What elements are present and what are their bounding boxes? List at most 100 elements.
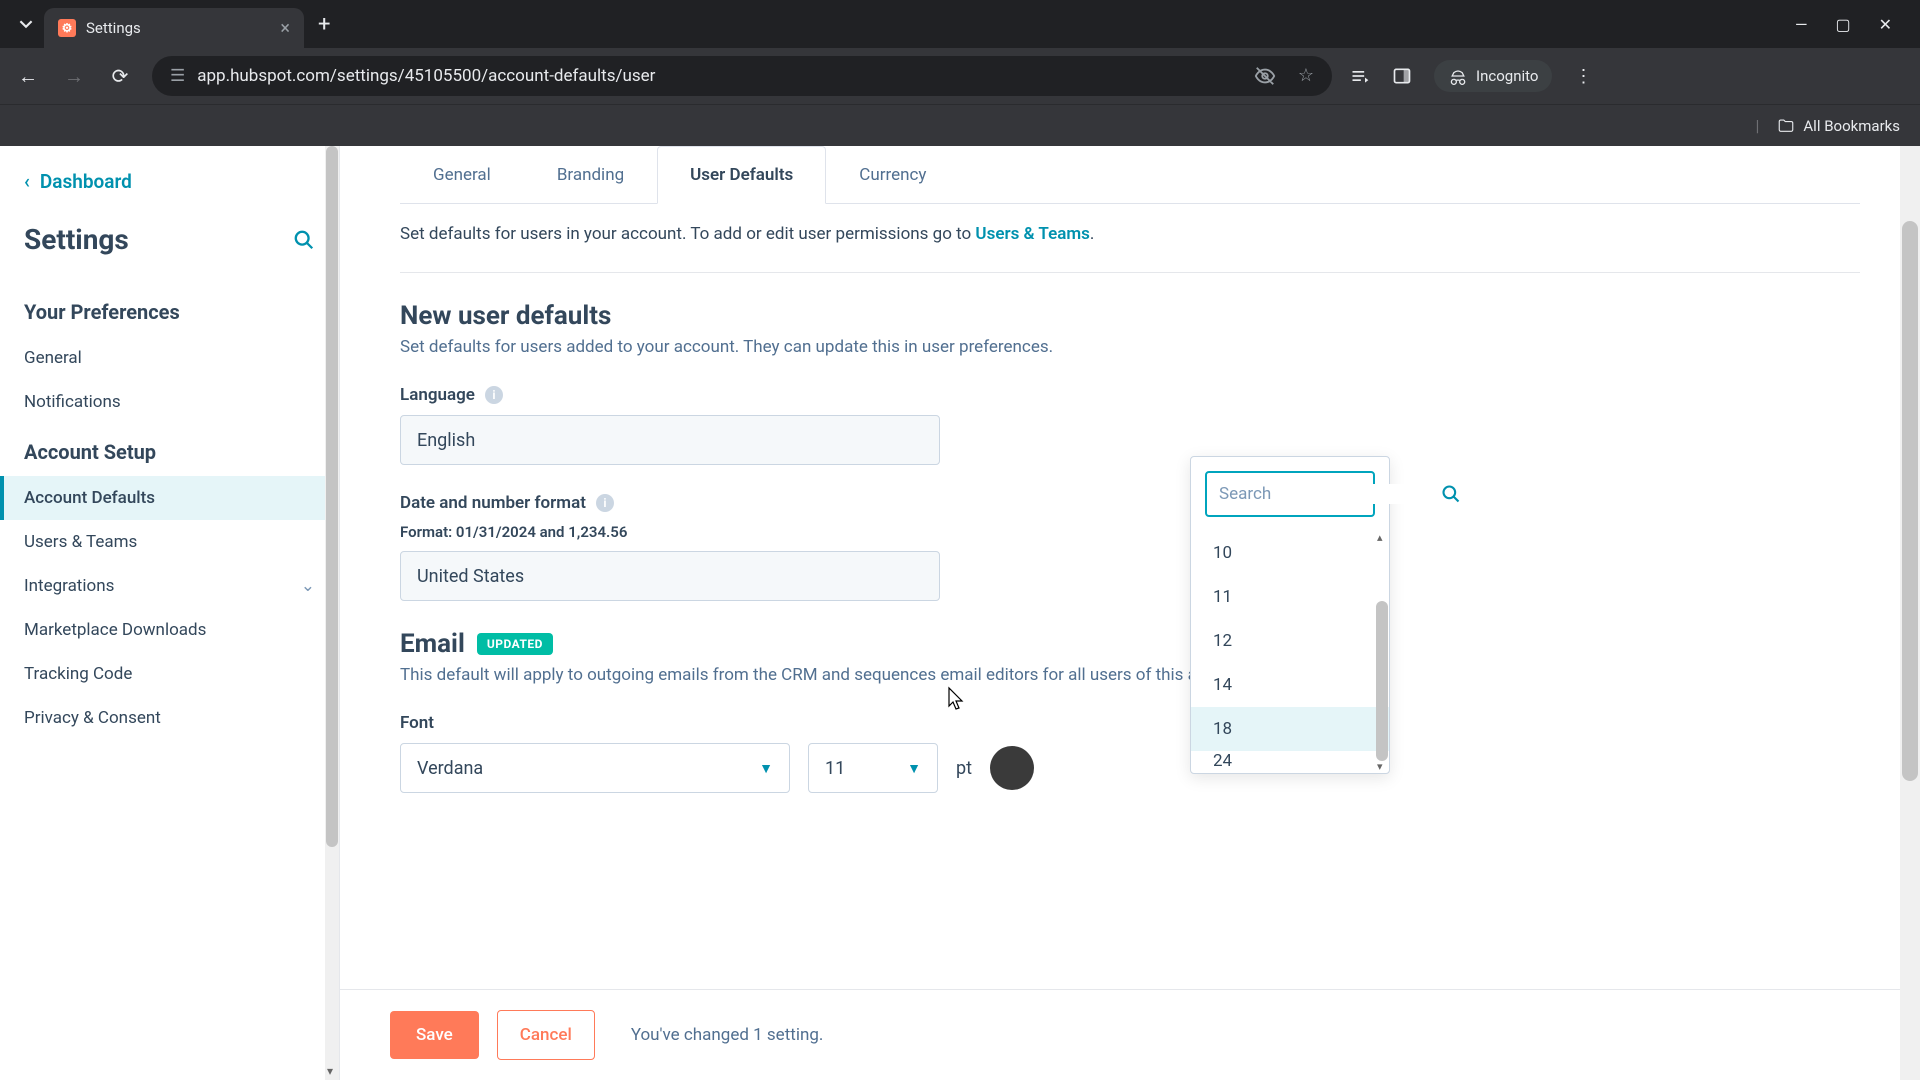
chevron-down-icon (19, 17, 33, 31)
back-to-dashboard[interactable]: ‹ Dashboard (0, 170, 339, 213)
incognito-icon (1448, 66, 1468, 86)
minimize-button[interactable]: — (1795, 15, 1808, 34)
bookmark-star-icon[interactable]: ☆ (1298, 65, 1314, 87)
chevron-left-icon: ‹ (24, 170, 30, 193)
sidebar-item-label: General (24, 348, 82, 368)
language-select[interactable]: English (400, 415, 940, 465)
dashboard-label: Dashboard (40, 170, 132, 193)
size-value: 11 (825, 758, 845, 779)
intro-after: . (1090, 224, 1094, 244)
dropdown-scrollbar[interactable]: ▴ ▾ (1375, 531, 1389, 773)
forward-button[interactable]: → (60, 64, 88, 89)
scroll-down-icon[interactable]: ▾ (327, 1064, 333, 1078)
sidebar-item-privacy[interactable]: Privacy & Consent (0, 696, 339, 740)
maximize-button[interactable]: ▢ (1835, 15, 1850, 34)
main-scrollbar[interactable] (1900, 146, 1920, 1080)
search-icon[interactable] (293, 229, 315, 251)
font-size-dropdown: 10 11 12 14 18 24 ▴ ▾ (1190, 456, 1390, 774)
url-text: app.hubspot.com/settings/45105500/accoun… (197, 66, 655, 86)
tab-general[interactable]: General (400, 146, 524, 203)
incognito-label: Incognito (1476, 67, 1538, 85)
settings-title: Settings (24, 223, 129, 256)
media-control-icon[interactable] (1350, 66, 1370, 86)
scroll-up-icon[interactable]: ▴ (1377, 531, 1383, 544)
dropdown-option[interactable]: 24 (1191, 751, 1389, 769)
incognito-badge[interactable]: Incognito (1434, 60, 1552, 92)
scroll-down-icon[interactable]: ▾ (1377, 760, 1383, 773)
browser-tab[interactable]: ⚙ Settings × (44, 8, 304, 48)
sidebar-item-integrations[interactable]: Integrations ⌄ (0, 564, 339, 608)
tab-user-defaults[interactable]: User Defaults (657, 146, 826, 204)
date-format-select[interactable]: United States (400, 551, 940, 601)
settings-tabs: General Branding User Defaults Currency (400, 146, 1860, 204)
tab-currency[interactable]: Currency (826, 146, 959, 203)
users-teams-link[interactable]: Users & Teams (975, 224, 1089, 244)
font-value: Verdana (417, 758, 483, 779)
caret-down-icon: ▼ (759, 760, 773, 777)
tab-list-dropdown[interactable] (8, 6, 44, 42)
tab-branding[interactable]: Branding (524, 146, 657, 203)
save-bar: Save Cancel You've changed 1 setting. (340, 989, 1920, 1080)
sidebar-item-label: Notifications (24, 392, 121, 412)
search-input[interactable] (1219, 484, 1441, 504)
info-icon[interactable]: i (596, 494, 614, 512)
address-bar[interactable]: ☰ app.hubspot.com/settings/45105500/acco… (152, 56, 1332, 96)
email-desc: This default will apply to outgoing emai… (400, 665, 1860, 685)
dropdown-option[interactable]: 10 (1191, 531, 1389, 575)
site-info-icon[interactable]: ☰ (170, 66, 185, 86)
close-tab-icon[interactable]: × (280, 18, 290, 39)
main-content: General Branding User Defaults Currency … (340, 146, 1920, 989)
sidebar: ‹ Dashboard Settings Your Preferences Ge… (0, 146, 340, 1080)
language-label: Language i (400, 385, 1860, 405)
hubspot-favicon: ⚙ (58, 19, 76, 37)
dropdown-search[interactable] (1205, 471, 1375, 517)
cancel-button[interactable]: Cancel (497, 1010, 595, 1060)
format-hint: Format: 01/31/2024 and 1,234.56 (400, 523, 1860, 541)
intro-text: Set defaults for users in your account. … (400, 204, 1860, 264)
sidebar-item-users-teams[interactable]: Users & Teams (0, 520, 339, 564)
date-label-text: Date and number format (400, 493, 586, 513)
dropdown-option[interactable]: 11 (1191, 575, 1389, 619)
sidebar-item-label: Privacy & Consent (24, 708, 161, 728)
close-window-button[interactable]: ✕ (1879, 15, 1892, 34)
preferences-heading: Your Preferences (0, 284, 339, 336)
app-content: ‹ Dashboard Settings Your Preferences Ge… (0, 146, 1920, 1080)
all-bookmarks-label: All Bookmarks (1803, 117, 1900, 135)
sidebar-item-tracking-code[interactable]: Tracking Code (0, 652, 339, 696)
language-value: English (417, 430, 475, 451)
side-panel-icon[interactable] (1392, 66, 1412, 86)
font-size-select[interactable]: 11 ▼ (808, 743, 938, 793)
caret-down-icon: ▼ (907, 760, 921, 777)
back-button[interactable]: ← (14, 64, 42, 89)
font-color-swatch[interactable] (990, 746, 1034, 790)
font-row: Verdana ▼ 11 ▼ pt (400, 743, 1860, 793)
scrollbar-thumb[interactable] (1902, 221, 1918, 781)
sidebar-item-account-defaults[interactable]: Account Defaults (0, 476, 339, 520)
dropdown-option[interactable]: 12 (1191, 619, 1389, 663)
account-setup-heading: Account Setup (0, 424, 339, 476)
all-bookmarks-button[interactable]: All Bookmarks (1777, 117, 1900, 135)
browser-menu-icon[interactable]: ⋮ (1574, 66, 1592, 87)
reload-button[interactable]: ⟳ (106, 64, 134, 88)
font-family-select[interactable]: Verdana ▼ (400, 743, 790, 793)
scrollbar-thumb[interactable] (326, 146, 338, 847)
intro-before: Set defaults for users in your account. … (400, 224, 975, 244)
sidebar-item-notifications[interactable]: Notifications (0, 380, 339, 424)
scrollbar-thumb[interactable] (1376, 601, 1388, 761)
sidebar-item-general[interactable]: General (0, 336, 339, 380)
info-icon[interactable]: i (485, 386, 503, 404)
folder-icon (1777, 117, 1795, 135)
sidebar-item-label: Marketplace Downloads (24, 620, 206, 640)
dropdown-option[interactable]: 18 (1191, 707, 1389, 751)
new-tab-button[interactable]: + (318, 12, 330, 37)
main-area: General Branding User Defaults Currency … (340, 146, 1920, 1080)
eye-off-icon[interactable] (1254, 65, 1276, 87)
pt-label: pt (956, 758, 972, 779)
window-controls: — ▢ ✕ (1795, 15, 1912, 34)
save-button[interactable]: Save (390, 1011, 479, 1059)
sidebar-scrollbar[interactable]: ▴ ▾ (325, 146, 339, 1080)
tab-title: Settings (86, 19, 270, 37)
sidebar-item-marketplace[interactable]: Marketplace Downloads (0, 608, 339, 652)
sidebar-item-label: Users & Teams (24, 532, 137, 552)
dropdown-option[interactable]: 14 (1191, 663, 1389, 707)
